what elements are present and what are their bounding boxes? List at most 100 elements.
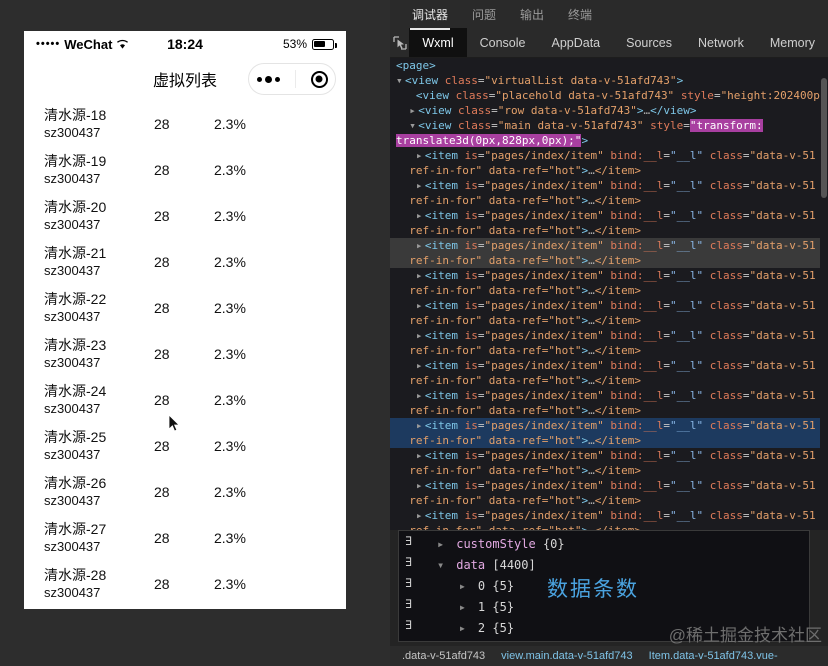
list-item[interactable]: 清水源-27 sz300437 28 2.3% (24, 515, 346, 561)
list-item-percent: 2.3% (214, 116, 246, 132)
list-item-code: sz300437 (44, 125, 101, 140)
tree-item-tag-5[interactable]: ▸ <item is="pages/index/item" bind:__l="_… (390, 298, 828, 313)
list-item-value: 28 (154, 438, 170, 454)
phone-status-bar: ••••• WeChat 18:24 53% (24, 31, 346, 57)
tree-item-tail-6[interactable]: ref-in-for" data-ref="hot">…</item> (390, 343, 828, 358)
list-item-value: 28 (154, 300, 170, 316)
list-item-name: 清水源-20 sz300437 (44, 199, 154, 233)
tab-appdata[interactable]: AppData (538, 28, 613, 57)
code-line-row[interactable]: ▸ <view class="row data-v-51afd743">…</vi… (390, 103, 828, 118)
list-item-name: 清水源-18 sz300437 (44, 107, 154, 141)
code-line-main-transform[interactable]: translate3d(0px,828px,0px);"> (390, 133, 828, 148)
list-item-title: 清水源-27 (44, 521, 107, 537)
toolbar-item-0[interactable]: 调试器 (410, 2, 451, 30)
list-item-percent: 2.3% (214, 438, 246, 454)
list-item-code: sz300437 (44, 539, 101, 554)
toolbar-item-3[interactable]: 终端 (566, 2, 594, 27)
phone-nav-bar: 虚拟列表 (24, 57, 346, 101)
list-item[interactable]: 清水源-23 sz300437 28 2.3% (24, 331, 346, 377)
tree-item-tail-11[interactable]: ref-in-for" data-ref="hot">…</item> (390, 493, 828, 508)
devtools-top-toolbar: 调试器 问题 输出 终端 (390, 0, 828, 30)
tree-item-tail-1[interactable]: ref-in-for" data-ref="hot">…</item> (390, 193, 828, 208)
toolbar-item-2[interactable]: 输出 (518, 2, 546, 27)
tab-network[interactable]: Network (685, 28, 757, 57)
list-item[interactable]: 清水源-20 sz300437 28 2.3% (24, 193, 346, 239)
code-line-virtuallist[interactable]: ▾ <view class="virtualList data-v-51afd74… (390, 73, 828, 88)
tree-item-tag-3[interactable]: ▸ <item is="pages/index/item" bind:__l="_… (390, 238, 828, 253)
status-bar-carrier: ••••• WeChat (36, 37, 129, 52)
list-item-value: 28 (154, 392, 170, 408)
virtual-list[interactable]: 清水源-18 sz300437 28 2.3% 清水源-19 sz300437 28 2.3%… (24, 101, 346, 609)
list-item[interactable]: 清水源-25 sz300437 28 2.3% (24, 423, 346, 469)
gutter-glyph: ∃ (405, 597, 413, 611)
tree-item-tail-5[interactable]: ref-in-for" data-ref="hot">…</item> (390, 313, 828, 328)
gutter-glyph: ∃ (405, 576, 413, 590)
tree-item-tag-6[interactable]: ▸ <item is="pages/index/item" bind:__l="_… (390, 328, 828, 343)
breadcrumb-item-0[interactable]: .data-v-51afd743 (402, 650, 485, 662)
tree-item-tail-7[interactable]: ref-in-for" data-ref="hot">…</item> (390, 373, 828, 388)
list-item[interactable]: 清水源-18 sz300437 28 2.3% (24, 101, 346, 147)
list-item-code: sz300437 (44, 585, 101, 600)
breadcrumb-item-2[interactable]: Item.data-v-51afd743.vue- (649, 650, 778, 662)
tree-item-tag-1[interactable]: ▸ <item is="pages/index/item" bind:__l="_… (390, 178, 828, 193)
tree-item-tail-10[interactable]: ref-in-for" data-ref="hot">…</item> (390, 463, 828, 478)
list-item-value: 28 (154, 116, 170, 132)
tree-item-tag-11[interactable]: ▸ <item is="pages/index/item" bind:__l="_… (390, 478, 828, 493)
list-item-value: 28 (154, 254, 170, 270)
tree-item-tag-2[interactable]: ▸ <item is="pages/index/item" bind:__l="_… (390, 208, 828, 223)
data-row-customstyle[interactable]: ▸ customStyle {0} (399, 534, 809, 555)
list-item[interactable]: 清水源-24 sz300437 28 2.3% (24, 377, 346, 423)
list-item-title: 清水源-25 (44, 429, 107, 445)
tree-item-tag-8[interactable]: ▸ <item is="pages/index/item" bind:__l="_… (390, 388, 828, 403)
wxml-tree-scrollbar[interactable] (820, 58, 828, 530)
tree-item-tag-7[interactable]: ▸ <item is="pages/index/item" bind:__l="_… (390, 358, 828, 373)
wifi-icon (117, 39, 129, 49)
tab-sources[interactable]: Sources (613, 28, 685, 57)
list-item-value: 28 (154, 530, 170, 546)
list-item[interactable]: 清水源-28 sz300437 28 2.3% (24, 561, 346, 607)
tree-item-tag-10[interactable]: ▸ <item is="pages/index/item" bind:__l="_… (390, 448, 828, 463)
list-item-code: sz300437 (44, 401, 101, 416)
list-item-value: 28 (154, 162, 170, 178)
wxml-element-tree[interactable]: <page> ▾ <view class="virtualList data-v-5… (390, 58, 828, 530)
carrier-label: WeChat (64, 36, 113, 52)
list-item-title: 清水源-18 (44, 107, 107, 123)
tab-memory[interactable]: Memory (757, 28, 828, 57)
more-dots-icon[interactable] (256, 75, 280, 83)
list-item-code: sz300437 (44, 447, 101, 462)
tree-item-tail-2[interactable]: ref-in-for" data-ref="hot">…</item> (390, 223, 828, 238)
wechat-capsule-button[interactable] (248, 63, 336, 95)
tree-item-tail-9[interactable]: ref-in-for" data-ref="hot">…</item> (390, 433, 828, 448)
tree-item-tail-8[interactable]: ref-in-for" data-ref="hot">…</item> (390, 403, 828, 418)
list-item-name: 清水源-27 sz300437 (44, 521, 154, 555)
tab-console[interactable]: Console (467, 28, 539, 57)
list-item-title: 清水源-28 (44, 567, 107, 583)
breadcrumb-item-1[interactable]: view.main.data-v-51afd743 (501, 650, 632, 662)
target-icon[interactable] (310, 70, 328, 88)
tree-item-tag-12[interactable]: ▸ <item is="pages/index/item" bind:__l="_… (390, 508, 828, 523)
list-item-percent: 2.3% (214, 254, 246, 270)
tree-item-tail-4[interactable]: ref-in-for" data-ref="hot">…</item> (390, 283, 828, 298)
toolbar-item-1[interactable]: 问题 (470, 2, 498, 27)
phone-screen[interactable]: ••••• WeChat 18:24 53% 虚拟列表 清水源-18 sz3004 (24, 31, 346, 609)
tree-item-tail-3[interactable]: ref-in-for" data-ref="hot">…</item> (390, 253, 828, 268)
tree-item-tag-9[interactable]: ▸ <item is="pages/index/item" bind:__l="_… (390, 418, 828, 433)
tree-item-tag-0[interactable]: ▸ <item is="pages/index/item" bind:__l="_… (390, 148, 828, 163)
inspect-element-icon[interactable] (390, 28, 409, 57)
devtools-breadcrumb-bar: .data-v-51afd743 view.main.data-v-51afd74… (390, 646, 828, 666)
list-item[interactable]: 清水源-22 sz300437 28 2.3% (24, 285, 346, 331)
tree-item-tail-12[interactable]: ref-in-for" data-ref="hot">…</item> (390, 523, 828, 530)
tab-wxml[interactable]: Wxml (409, 28, 467, 57)
list-item-name: 清水源-24 sz300437 (44, 383, 154, 417)
list-item-title: 清水源-19 (44, 153, 107, 169)
list-item-code: sz300437 (44, 263, 101, 278)
code-line-placehold[interactable]: <view class="placehold data-v-51afd743" … (390, 88, 828, 103)
tree-item-tail-0[interactable]: ref-in-for" data-ref="hot">…</item> (390, 163, 828, 178)
code-line-page[interactable]: <page> (390, 58, 828, 73)
list-item[interactable]: 清水源-19 sz300437 28 2.3% (24, 147, 346, 193)
code-line-main[interactable]: ▾ <view class="main data-v-51afd743" styl… (390, 118, 828, 133)
list-item[interactable]: 清水源-26 sz300437 28 2.3% (24, 469, 346, 515)
data-row-data[interactable]: ▾ data [4400] (399, 555, 809, 576)
tree-item-tag-4[interactable]: ▸ <item is="pages/index/item" bind:__l="_… (390, 268, 828, 283)
list-item[interactable]: 清水源-21 sz300437 28 2.3% (24, 239, 346, 285)
